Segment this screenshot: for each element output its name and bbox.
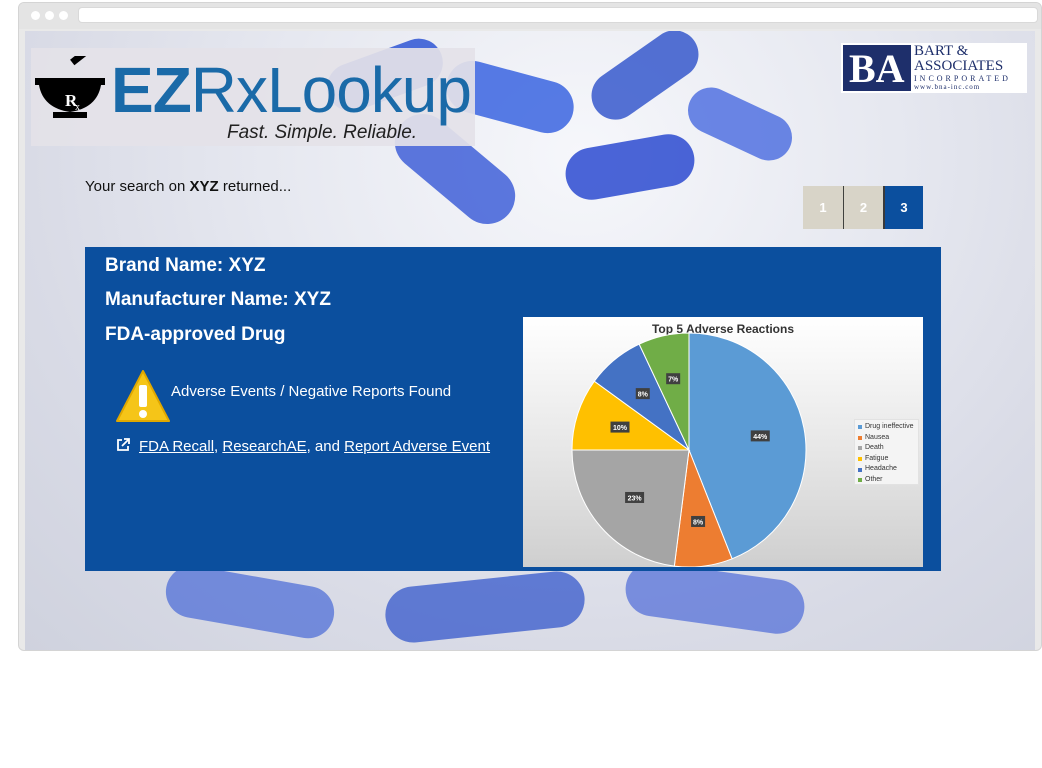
pie-slice-death: [571, 449, 690, 567]
search-suffix: returned...: [218, 178, 292, 195]
pie-data-label: 7%: [666, 373, 681, 385]
legend-label: Drug ineffective: [865, 423, 914, 430]
logo-tagline: Fast. Simple. Reliable.: [227, 122, 418, 143]
partner-name: BART & ASSOCIATES INCORPORATED www.bna-i…: [914, 43, 1026, 92]
window-dot[interactable]: [31, 11, 40, 20]
links-separator: , and: [306, 438, 345, 455]
fda-recall-link[interactable]: FDA Recall: [139, 438, 214, 455]
result-panel: Brand Name: XYZ Manufacturer Name: XYZ F…: [85, 247, 941, 571]
legend-item: Death: [858, 443, 915, 454]
legend-swatch: [858, 457, 862, 462]
address-bar[interactable]: [78, 7, 1038, 23]
partner-url: www.bna-inc.com: [914, 83, 981, 91]
logo-ez: EZ: [111, 54, 192, 126]
partner-line2: ASSOCIATES: [914, 58, 1004, 74]
legend-swatch: [858, 478, 862, 483]
legend-label: Fatigue: [865, 454, 889, 462]
capsule-bg: [161, 561, 339, 643]
manufacturer-name: Manufacturer Name: XYZ: [105, 289, 331, 310]
svg-text:x: x: [75, 102, 80, 113]
brand-name: Brand Name: XYZ: [105, 255, 266, 276]
pie-chart: 44% 8% 23% 10% 8% 7%: [571, 332, 807, 567]
ba-monogram: BA: [843, 45, 911, 91]
legend-label: Nausea: [865, 433, 890, 441]
ezrx-logo[interactable]: R x EZRxLookup Fast. Simple. Reliable.: [31, 48, 475, 146]
page-button-2[interactable]: 2: [843, 186, 883, 229]
chart-legend: Drug ineffective Nausea Death Fatigue Headac…: [854, 419, 919, 485]
legend-label: Headache: [865, 465, 897, 473]
search-term: XYZ: [189, 178, 219, 195]
browser-window: R x EZRxLookup Fast. Simple. Reliable. B…: [18, 2, 1042, 651]
warning-text: Adverse Events / Negative Reports Found: [171, 383, 452, 400]
external-link-icon: [117, 438, 130, 451]
legend-label: Death: [865, 444, 884, 452]
search-prefix: Your search on: [85, 178, 190, 195]
capsule-bg: [561, 130, 699, 204]
pie-data-label: 10%: [610, 421, 630, 433]
partner-line3: INCORPORATED: [914, 74, 1011, 83]
adverse-reactions-chart: Top 5 Adverse Reactions 44% 8% 23% 10% 8% 7% …: [523, 317, 923, 567]
legend-swatch: [858, 425, 862, 430]
legend-swatch: [858, 467, 862, 472]
legend-item: Headache: [858, 464, 915, 475]
window-dot[interactable]: [45, 11, 54, 20]
svg-text:8%: 8%: [693, 519, 704, 526]
mortar-pestle-icon: R x: [35, 56, 105, 118]
window-controls: [31, 11, 68, 20]
warning-icon: [116, 370, 170, 422]
window-dot[interactable]: [59, 11, 68, 20]
page-button-1[interactable]: 1: [803, 186, 843, 229]
capsule-bg: [680, 79, 800, 169]
svg-text:44%: 44%: [753, 434, 768, 441]
research-ae-link[interactable]: ResearchAE: [222, 438, 306, 455]
approval-status: FDA-approved Drug: [105, 324, 286, 345]
legend-item: Drug ineffective: [858, 422, 915, 433]
pie-data-label: 23%: [625, 491, 645, 503]
search-summary: Your search on XYZ returned...: [85, 178, 291, 195]
action-links: FDA Recall, ResearchAE, and Report Adver…: [115, 437, 490, 455]
report-adverse-event-link[interactable]: Report Adverse Event: [344, 438, 490, 455]
page-button-3[interactable]: 3: [883, 186, 923, 229]
svg-text:10%: 10%: [613, 425, 628, 432]
legend-swatch: [858, 435, 862, 440]
logo-wordmark: EZRxLookup: [111, 58, 472, 122]
page-viewport: R x EZRxLookup Fast. Simple. Reliable. B…: [25, 31, 1035, 650]
bart-associates-logo[interactable]: BA BART & ASSOCIATES INCORPORATED www.bn…: [841, 43, 1027, 93]
legend-item: Fatigue: [858, 454, 915, 465]
adverse-events-warning: Adverse Events / Negative Reports Found: [115, 369, 515, 423]
pie-data-label: 44%: [750, 430, 770, 442]
partner-line1: BART &: [914, 43, 969, 59]
legend-item: Nausea: [858, 433, 915, 444]
legend-swatch: [858, 446, 862, 451]
legend-item: Other: [858, 475, 915, 486]
svg-text:7%: 7%: [668, 377, 679, 384]
svg-text:8%: 8%: [638, 392, 649, 399]
logo-rxlookup: RxLookup: [190, 54, 472, 126]
pie-data-label: 8%: [691, 515, 706, 527]
legend-label: Other: [865, 475, 883, 483]
pagination: 1 2 3: [803, 186, 923, 229]
svg-text:23%: 23%: [628, 495, 643, 502]
browser-title-bar: [19, 3, 1041, 29]
pie-data-label: 8%: [635, 388, 650, 400]
ba-monogram-text: BA: [849, 46, 905, 91]
capsule-bg: [382, 568, 588, 646]
